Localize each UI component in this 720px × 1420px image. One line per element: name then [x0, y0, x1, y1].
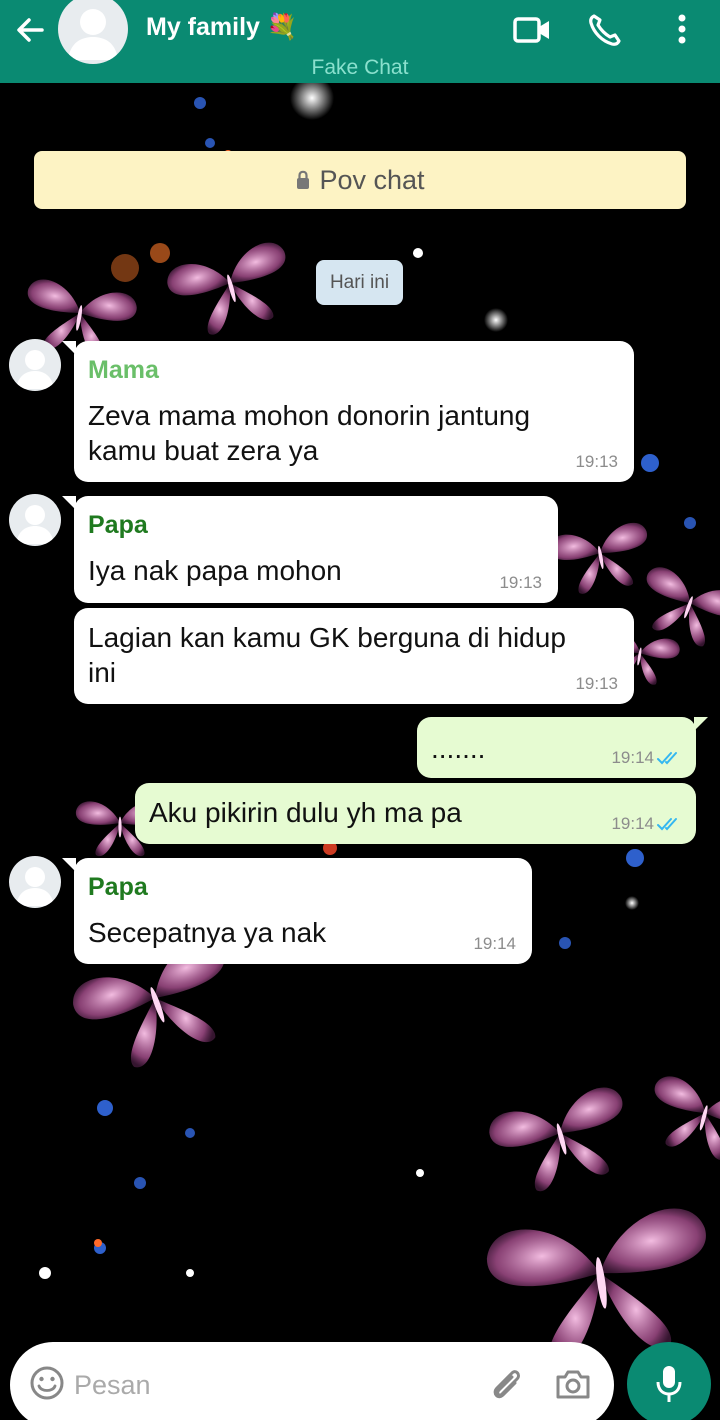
sender-avatar[interactable] [9, 339, 61, 391]
camera-icon [556, 1370, 590, 1399]
default-avatar-icon [16, 350, 54, 389]
sender-name: Mama [88, 356, 159, 384]
menu-button[interactable] [660, 10, 704, 50]
paperclip-icon [493, 1370, 520, 1399]
incoming-message[interactable]: Papa Secepatnya ya nak 19:14 [62, 858, 532, 964]
default-avatar-icon [16, 505, 54, 544]
outgoing-message[interactable]: ....... 19:14 [417, 717, 708, 778]
bubble-tail [62, 341, 76, 355]
group-avatar[interactable] [58, 0, 128, 64]
voice-message-button[interactable] [627, 1342, 711, 1420]
message-time: 19:13 [575, 452, 618, 471]
more-vertical-icon [678, 14, 686, 44]
incoming-message[interactable]: Lagian kan kamu GK berguna di hidup ini … [74, 608, 634, 704]
message-input[interactable] [74, 1364, 474, 1406]
sender-avatar[interactable] [9, 856, 61, 908]
encryption-banner[interactable]: Pov chat [34, 151, 686, 209]
double-check-icon [657, 818, 677, 831]
incoming-message[interactable]: Papa Iya nak papa mohon 19:13 [62, 496, 558, 603]
arrow-left-icon [17, 18, 44, 42]
default-avatar-icon [68, 9, 118, 60]
message-text-line: Zeva mama mohon donorin jantung [88, 400, 531, 431]
back-button[interactable] [12, 12, 48, 48]
message-time: 19:14 [611, 748, 654, 767]
incoming-message[interactable]: Mama Zeva mama mohon donorin jantung kam… [62, 341, 634, 482]
message-text-line: kamu buat zera ya [88, 435, 319, 466]
message-time: 19:13 [499, 573, 542, 592]
phone-icon [589, 14, 621, 46]
sender-name: Papa [88, 873, 148, 901]
emoji-button[interactable] [28, 1364, 66, 1402]
attach-button[interactable] [486, 1364, 528, 1406]
video-call-button[interactable] [509, 10, 553, 50]
emoji-icon [30, 1366, 64, 1400]
double-check-icon [657, 752, 677, 765]
message-text-line: Secepatnya ya nak [88, 917, 327, 948]
banner-text: Pov chat [319, 165, 425, 195]
message-time: 19:13 [575, 674, 618, 693]
chat-title[interactable]: My family 💐 [146, 13, 298, 42]
bubble-tail [694, 717, 708, 731]
camera-button[interactable] [552, 1364, 594, 1406]
microphone-icon [656, 1366, 682, 1402]
message-text-line: Aku pikirin dulu yh ma pa [149, 797, 462, 828]
sender-name: Papa [88, 511, 148, 539]
message-text-line: Iya nak papa mohon [88, 555, 342, 586]
message-time: 19:14 [473, 934, 516, 953]
message-text-line: ....... [431, 733, 486, 764]
lock-icon [297, 170, 310, 189]
video-camera-icon [513, 17, 549, 43]
message-time: 19:14 [611, 814, 654, 833]
sender-avatar[interactable] [9, 494, 61, 546]
default-avatar-icon [16, 867, 54, 906]
bubble-tail [62, 496, 76, 510]
chat-subtitle: Fake Chat [311, 56, 409, 79]
message-composer [10, 1342, 614, 1420]
bubble-tail [62, 858, 76, 872]
date-separator: Hari ini [316, 260, 403, 305]
chat-header: My family 💐 Fake Chat [0, 0, 720, 83]
outgoing-message[interactable]: Aku pikirin dulu yh ma pa 19:14 [135, 783, 696, 844]
voice-call-button[interactable] [585, 10, 629, 50]
message-text-line: Lagian kan kamu GK berguna di hidup [88, 622, 566, 653]
message-text-line: ini [88, 657, 117, 688]
